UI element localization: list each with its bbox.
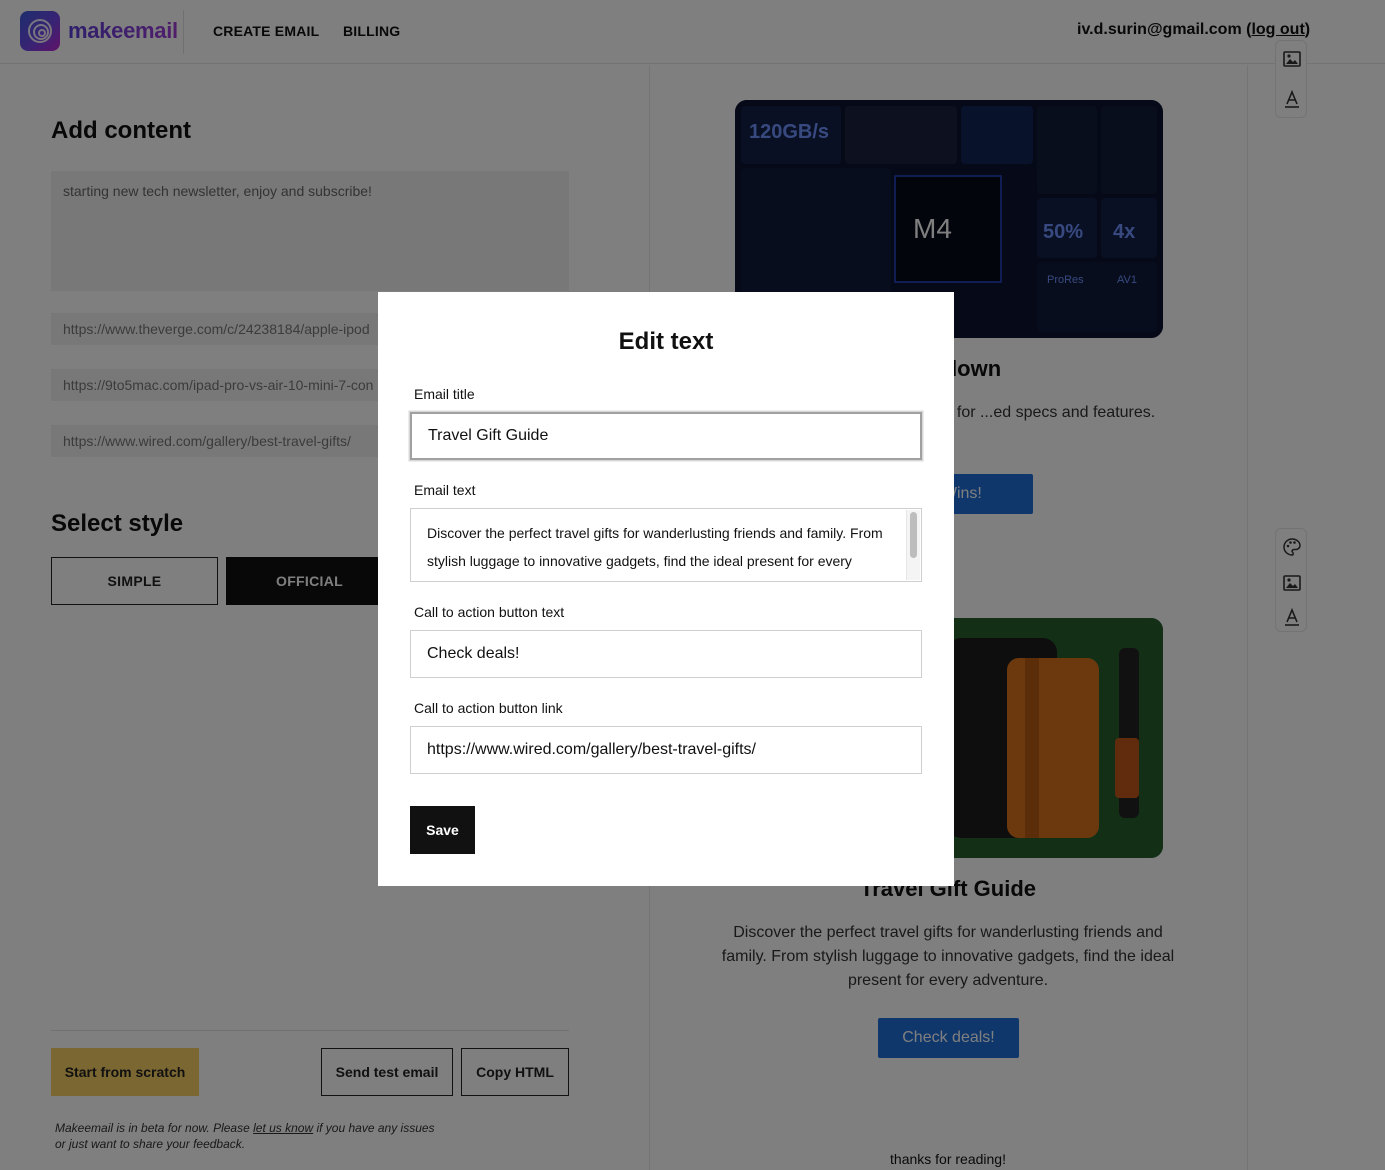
cta-link-input[interactable] — [410, 726, 922, 774]
email-text-label: Email text — [414, 482, 476, 498]
modal-title: Edit text — [618, 328, 714, 355]
email-title-input[interactable] — [410, 412, 922, 460]
cta-link-label: Call to action button link — [414, 700, 563, 716]
save-button[interactable]: Save — [410, 806, 475, 854]
cta-text-input[interactable] — [410, 630, 922, 678]
edit-text-modal: Edit text Email title Email text Discove… — [378, 292, 954, 886]
email-title-label: Email title — [414, 386, 475, 402]
textarea-scrollbar-thumb[interactable] — [910, 512, 917, 558]
email-text-textarea[interactable]: Discover the perfect travel gifts for wa… — [410, 508, 922, 582]
cta-text-label: Call to action button text — [414, 604, 565, 620]
